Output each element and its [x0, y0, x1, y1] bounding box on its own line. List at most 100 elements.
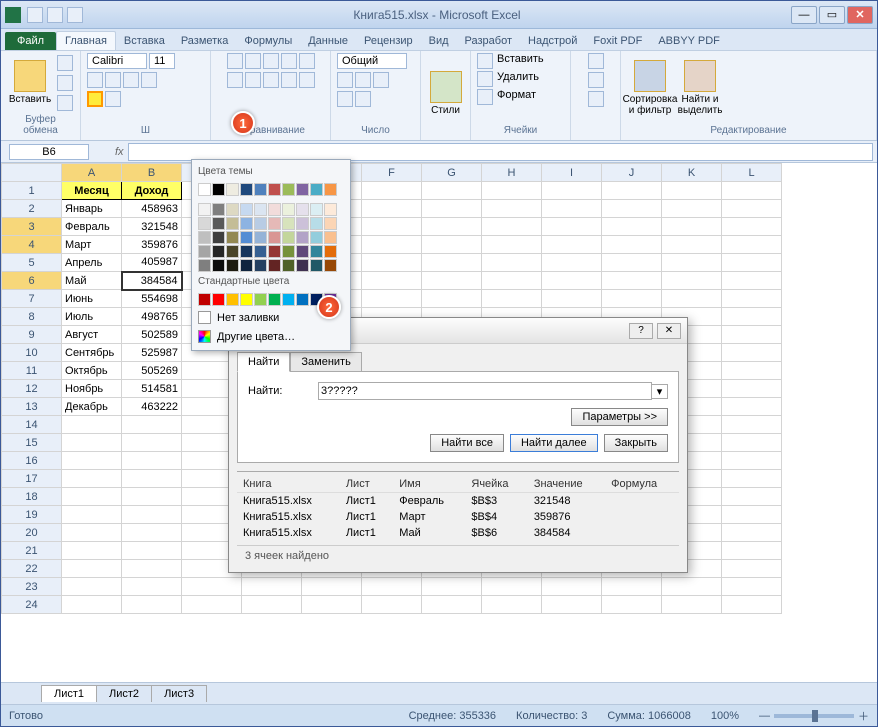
- row-header[interactable]: 7: [2, 290, 62, 308]
- row-header[interactable]: 4: [2, 236, 62, 254]
- cell[interactable]: [722, 578, 782, 596]
- cell[interactable]: [362, 254, 422, 272]
- align-bot-icon[interactable]: [263, 53, 279, 69]
- cell[interactable]: [62, 578, 122, 596]
- cell[interactable]: [482, 272, 542, 290]
- cell[interactable]: [482, 218, 542, 236]
- row-header[interactable]: 1: [2, 182, 62, 200]
- color-swatch[interactable]: [212, 231, 225, 244]
- cell[interactable]: [182, 578, 242, 596]
- color-swatch[interactable]: [296, 259, 309, 272]
- color-swatch[interactable]: [254, 245, 267, 258]
- cell[interactable]: [62, 488, 122, 506]
- styles-button[interactable]: Стили: [427, 69, 464, 118]
- result-col-header[interactable]: Ячейка: [465, 476, 527, 493]
- color-swatch[interactable]: [282, 231, 295, 244]
- cell[interactable]: [482, 578, 542, 596]
- row-header[interactable]: 16: [2, 452, 62, 470]
- cell[interactable]: [662, 218, 722, 236]
- row-header[interactable]: 5: [2, 254, 62, 272]
- cell[interactable]: [602, 596, 662, 614]
- color-swatch[interactable]: [268, 203, 281, 216]
- result-col-header[interactable]: Книга: [237, 476, 340, 493]
- color-swatch[interactable]: [324, 217, 337, 230]
- color-swatch[interactable]: [198, 183, 211, 196]
- copy-icon[interactable]: [57, 75, 73, 91]
- cell[interactable]: [542, 200, 602, 218]
- cell[interactable]: [542, 236, 602, 254]
- cell[interactable]: [422, 236, 482, 254]
- cell[interactable]: [542, 578, 602, 596]
- maximize-button[interactable]: ▭: [819, 6, 845, 24]
- color-swatch[interactable]: [268, 183, 281, 196]
- cell[interactable]: [482, 254, 542, 272]
- align-top-icon[interactable]: [227, 53, 243, 69]
- color-swatch[interactable]: [240, 245, 253, 258]
- find-next-button[interactable]: Найти далее: [510, 434, 598, 452]
- cell[interactable]: [722, 362, 782, 380]
- cell[interactable]: [662, 290, 722, 308]
- cell[interactable]: [182, 596, 242, 614]
- color-swatch[interactable]: [212, 183, 225, 196]
- color-swatch[interactable]: [198, 245, 211, 258]
- color-swatch[interactable]: [212, 217, 225, 230]
- color-swatch[interactable]: [324, 203, 337, 216]
- file-tab[interactable]: Файл: [5, 32, 56, 50]
- orient-icon[interactable]: [281, 53, 297, 69]
- cell[interactable]: [362, 290, 422, 308]
- cell[interactable]: [122, 578, 182, 596]
- color-swatch[interactable]: [226, 293, 239, 306]
- color-swatch[interactable]: [254, 293, 267, 306]
- cell[interactable]: [662, 254, 722, 272]
- cell[interactable]: [662, 578, 722, 596]
- cell[interactable]: 463222: [122, 398, 182, 416]
- cell[interactable]: Сентябрь: [62, 344, 122, 362]
- font-size-select[interactable]: 11: [149, 53, 175, 69]
- cell[interactable]: [122, 452, 182, 470]
- color-swatch[interactable]: [226, 259, 239, 272]
- cell[interactable]: [662, 272, 722, 290]
- cell[interactable]: [722, 470, 782, 488]
- dialog-close-button[interactable]: ✕: [657, 323, 681, 339]
- cell[interactable]: [722, 560, 782, 578]
- color-swatch[interactable]: [310, 183, 323, 196]
- zoom-slider[interactable]: ―＋: [759, 708, 869, 724]
- cell[interactable]: Доход: [122, 182, 182, 200]
- cell[interactable]: Февраль: [62, 218, 122, 236]
- result-row[interactable]: Книга515.xlsxЛист1Февраль$B$3321548: [237, 493, 679, 510]
- cell[interactable]: [62, 452, 122, 470]
- row-header[interactable]: 10: [2, 344, 62, 362]
- cell[interactable]: [602, 578, 662, 596]
- cell[interactable]: [362, 236, 422, 254]
- cell[interactable]: Июнь: [62, 290, 122, 308]
- color-swatch[interactable]: [310, 245, 323, 258]
- cell[interactable]: [422, 596, 482, 614]
- row-header[interactable]: 11: [2, 362, 62, 380]
- cell[interactable]: [122, 542, 182, 560]
- cell[interactable]: [722, 380, 782, 398]
- qat-redo-icon[interactable]: [67, 7, 83, 23]
- cell[interactable]: 514581: [122, 380, 182, 398]
- color-swatch[interactable]: [310, 231, 323, 244]
- cell[interactable]: [62, 542, 122, 560]
- result-row[interactable]: Книга515.xlsxЛист1Май$B$6384584: [237, 525, 679, 541]
- cell[interactable]: [482, 200, 542, 218]
- color-swatch[interactable]: [212, 293, 225, 306]
- color-swatch[interactable]: [296, 231, 309, 244]
- cell[interactable]: [542, 290, 602, 308]
- find-input[interactable]: [318, 382, 652, 400]
- col-header[interactable]: I: [542, 164, 602, 182]
- cell[interactable]: 321548: [122, 218, 182, 236]
- cell[interactable]: [482, 182, 542, 200]
- color-swatch[interactable]: [282, 293, 295, 306]
- more-colors-item[interactable]: Другие цвета…: [196, 327, 346, 346]
- color-swatch[interactable]: [240, 231, 253, 244]
- cell[interactable]: [122, 596, 182, 614]
- tab-insert[interactable]: Вставка: [116, 32, 173, 50]
- fill-icon[interactable]: [588, 72, 604, 88]
- cell[interactable]: [242, 596, 302, 614]
- close-button[interactable]: ✕: [847, 6, 873, 24]
- color-swatch[interactable]: [212, 203, 225, 216]
- color-swatch[interactable]: [310, 217, 323, 230]
- color-swatch[interactable]: [240, 203, 253, 216]
